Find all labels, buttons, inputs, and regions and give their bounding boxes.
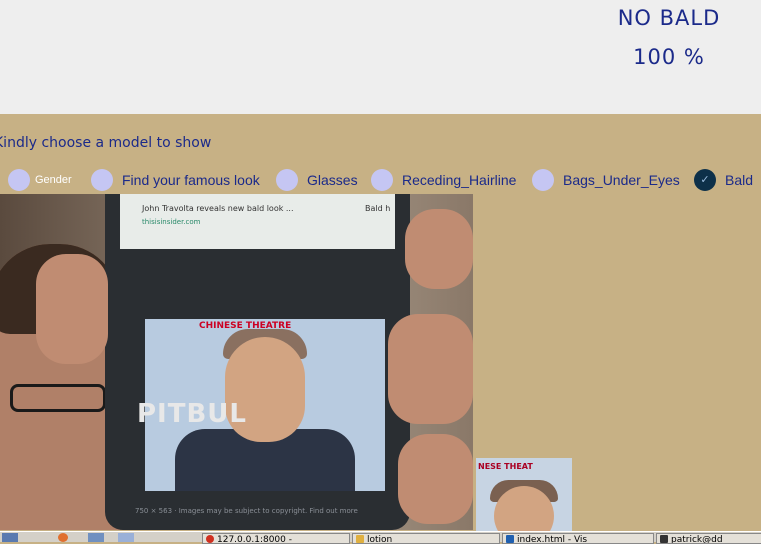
radio-button-icon[interactable] bbox=[276, 169, 298, 191]
radio-checked-icon[interactable]: ✓ bbox=[694, 169, 716, 191]
radio-label: Bald bbox=[725, 172, 754, 188]
taskbar-item-browser[interactable]: 127.0.0.1:8000 - bbox=[202, 533, 350, 544]
result-label: NO BALD bbox=[617, 6, 721, 30]
taskbar: 127.0.0.1:8000 - lotion index.html - Vis… bbox=[0, 531, 761, 544]
radio-glasses[interactable]: Glasses bbox=[276, 168, 358, 192]
taskbar-item-label: patrick@dd bbox=[671, 535, 723, 544]
photo-brand: PITBUL bbox=[137, 399, 247, 429]
radio-bags-under-eyes[interactable]: Bags_Under_Eyes bbox=[532, 168, 680, 192]
taskbar-item-vscode[interactable]: index.html - Vis bbox=[502, 533, 654, 544]
phone-side-text: Bald h bbox=[365, 204, 391, 213]
phone-search-result: John Travolta reveals new bald look ... … bbox=[120, 194, 395, 249]
phone-caption: John Travolta reveals new bald look ... bbox=[142, 204, 294, 213]
finger bbox=[36, 254, 108, 364]
folder-icon bbox=[356, 535, 364, 543]
vscode-icon bbox=[506, 535, 514, 543]
taskbar-item-label: index.html - Vis bbox=[517, 535, 588, 544]
radio-label: Glasses bbox=[307, 172, 358, 188]
radio-button-icon[interactable] bbox=[532, 169, 554, 191]
radio-famous-look[interactable]: Find your famous look bbox=[91, 168, 260, 192]
radio-button-icon[interactable] bbox=[91, 169, 113, 191]
result-panel: NO BALD 100 % bbox=[0, 0, 761, 114]
webcam-feed: John Travolta reveals new bald look ... … bbox=[0, 194, 473, 530]
terminal-icon bbox=[660, 535, 668, 543]
finger bbox=[405, 209, 473, 289]
taskbar-item-label: lotion bbox=[367, 535, 393, 544]
photo-caption: 750 × 563 · Images may be subject to cop… bbox=[135, 507, 358, 515]
finger bbox=[398, 434, 473, 524]
glasses-icon bbox=[10, 384, 106, 412]
radio-gender[interactable]: Gender bbox=[8, 168, 72, 192]
held-phone: John Travolta reveals new bald look ... … bbox=[105, 194, 410, 530]
result-percentage: 100 % bbox=[633, 45, 705, 69]
radio-button-icon[interactable] bbox=[8, 169, 30, 191]
radio-receding-hairline[interactable]: Receding_Hairline bbox=[371, 168, 516, 192]
radio-label: Receding_Hairline bbox=[402, 172, 517, 188]
finger bbox=[388, 314, 473, 424]
taskbar-item-label: 127.0.0.1:8000 - bbox=[217, 535, 292, 544]
taskbar-item-folder[interactable]: lotion bbox=[352, 533, 500, 544]
radio-label: Find your famous look bbox=[122, 172, 260, 188]
radio-label: Gender bbox=[35, 174, 72, 186]
radio-button-icon[interactable] bbox=[371, 169, 393, 191]
model-prompt: Kindly choose a model to show bbox=[0, 135, 212, 151]
radio-bald[interactable]: ✓ Bald bbox=[694, 168, 753, 192]
browser-icon bbox=[206, 535, 214, 543]
thumbnail-sign: NESE THEAT bbox=[478, 462, 533, 471]
phone-url: thisisinsider.com bbox=[142, 218, 201, 226]
phone-photo: CHINESE THEATRE PITBUL bbox=[137, 319, 385, 491]
famous-look-thumbnail: NESE THEAT bbox=[476, 458, 572, 532]
taskbar-item-terminal[interactable]: patrick@dd bbox=[656, 533, 761, 544]
radio-label: Bags_Under_Eyes bbox=[563, 172, 680, 188]
